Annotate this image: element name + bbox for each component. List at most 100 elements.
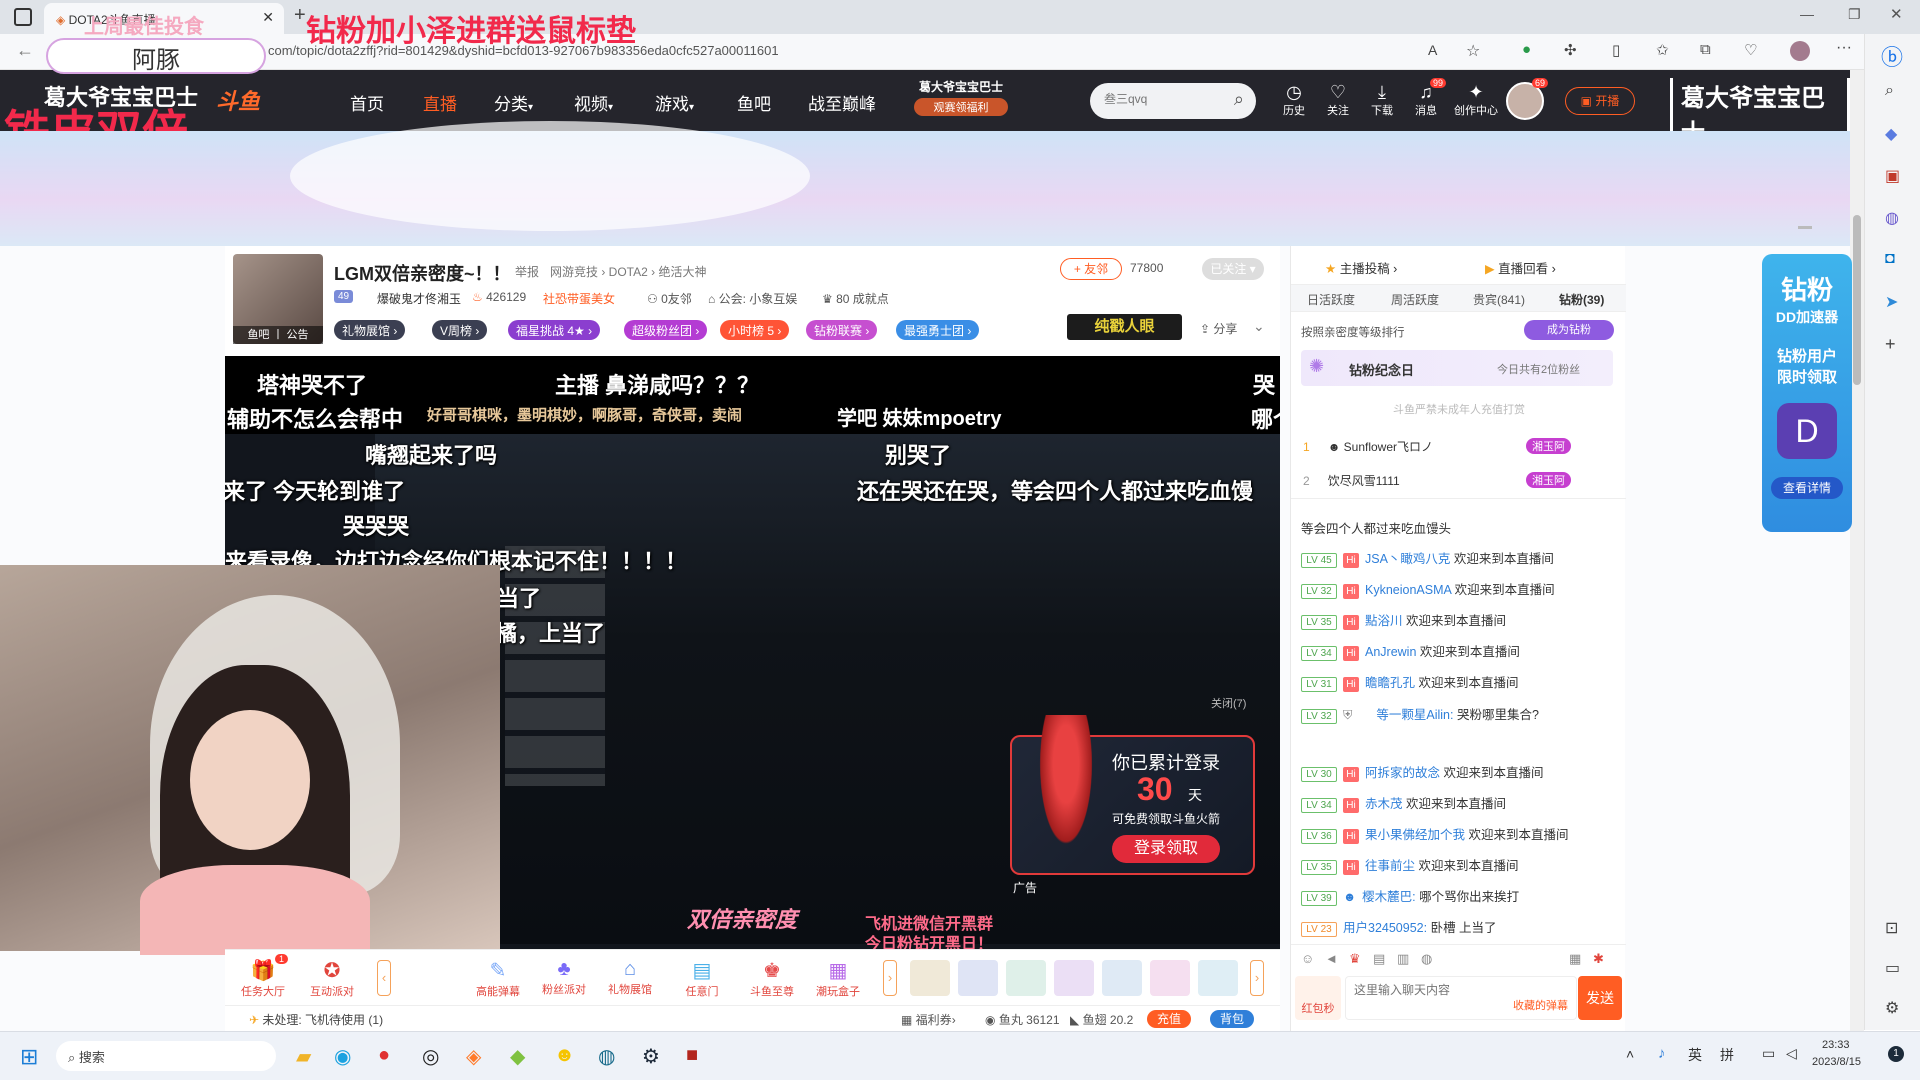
- tag-v-weekly[interactable]: V周榜 ›: [432, 320, 488, 340]
- start-live-button[interactable]: ▣ 开播: [1565, 87, 1635, 115]
- history-button[interactable]: ◷ 历史: [1276, 82, 1312, 118]
- windows-start-icon[interactable]: ⊞: [20, 1044, 38, 1070]
- nav-fishbar[interactable]: 鱼吧: [737, 90, 771, 115]
- promo-event[interactable]: 葛大爷宝宝巴士 观赛领福利: [914, 78, 1008, 122]
- anniversary-bar[interactable]: ✺ 钻粉纪念日 今日共有2位粉丝: [1301, 350, 1613, 386]
- tab-daily[interactable]: 日活跃度: [1307, 291, 1355, 308]
- mic-icon[interactable]: ♪: [1658, 1045, 1666, 1062]
- clock-time[interactable]: 23:33: [1822, 1039, 1850, 1051]
- gift-supreme[interactable]: ♚ 斗鱼至尊: [745, 958, 799, 999]
- copilot-icon[interactable]: ⓑ: [1881, 40, 1903, 72]
- edge-browser-icon[interactable]: ◉: [334, 1044, 351, 1069]
- saved-danmaku-link[interactable]: 收藏的弹幕: [1513, 997, 1568, 1013]
- guild-info[interactable]: ⌂ 公会: 小象互娱: [708, 290, 797, 307]
- tab-replay[interactable]: ▶ 直播回看 ›: [1485, 258, 1556, 277]
- send-icon[interactable]: ➤: [1885, 292, 1898, 312]
- app-icon[interactable]: ◍: [598, 1044, 615, 1069]
- douyu-logo[interactable]: 斗鱼: [216, 84, 260, 116]
- nav-video[interactable]: 视频▾: [574, 90, 613, 115]
- gift-item[interactable]: [1006, 960, 1046, 996]
- tag-super-fans[interactable]: 超级粉丝团 ›: [624, 320, 708, 340]
- douyu-app-icon[interactable]: ●: [378, 1044, 390, 1067]
- badge-icon[interactable]: ♛: [1349, 951, 1361, 967]
- new-tab-icon[interactable]: +: [294, 4, 306, 27]
- followed-button[interactable]: 已关注 ▾: [1202, 258, 1264, 280]
- taskbar-search[interactable]: ⌕ 搜索: [56, 1041, 276, 1071]
- nav-home[interactable]: 首页: [350, 90, 384, 115]
- volume-icon[interactable]: ◁: [1786, 1045, 1797, 1062]
- tag-diamond-league[interactable]: 钻粉联赛 ›: [806, 320, 878, 340]
- mask-icon[interactable]: ◍: [1421, 951, 1432, 967]
- achievement-points[interactable]: ♛ 80 成就点: [822, 290, 889, 307]
- become-diamond-fan-button[interactable]: 成为钻粉: [1524, 320, 1614, 340]
- gift-toy-box[interactable]: ▦ 潮玩盒子: [811, 958, 865, 999]
- expand-right-icon[interactable]: ›: [1250, 960, 1264, 996]
- dd-accelerator-promo[interactable]: 钻粉 DD加速器 钻粉用户 限时领取 D 查看详情: [1762, 254, 1852, 532]
- expand-mid-icon[interactable]: ›: [883, 960, 897, 996]
- fans-club-button[interactable]: + 友邻: [1060, 258, 1122, 280]
- tab-actions-icon[interactable]: [14, 8, 32, 26]
- scrollbar-thumb[interactable]: [1853, 215, 1861, 385]
- arrow-left-icon[interactable]: ←: [16, 40, 34, 61]
- app-icon[interactable]: ◈: [466, 1044, 481, 1069]
- page-scrollbar[interactable]: [1850, 70, 1864, 1031]
- clock-date[interactable]: 2023/8/15: [1812, 1056, 1861, 1068]
- obs-icon[interactable]: ◎: [422, 1044, 439, 1069]
- app-icon[interactable]: ☻: [554, 1044, 575, 1067]
- recharge-button[interactable]: 充值: [1147, 1010, 1191, 1028]
- nav-live[interactable]: 直播: [423, 90, 457, 115]
- favorite-star-icon[interactable]: ☆: [1466, 41, 1480, 61]
- tab-weekly[interactable]: 周活跃度: [1391, 291, 1439, 308]
- messages-button[interactable]: ♫ 消息 99: [1408, 78, 1447, 118]
- steam-icon[interactable]: ⚙: [642, 1044, 660, 1069]
- interactive-party-button[interactable]: ✪ 互动派对: [307, 958, 357, 999]
- gift-item[interactable]: [1102, 960, 1142, 996]
- app-icon[interactable]: ◆: [510, 1044, 525, 1069]
- ime-lang[interactable]: 英: [1688, 1045, 1702, 1065]
- gift-item[interactable]: [1198, 960, 1238, 996]
- claim-reward-button[interactable]: 登录领取: [1112, 835, 1220, 863]
- split-screen-icon[interactable]: ▯: [1612, 41, 1620, 59]
- settings-gear-icon[interactable]: ⚙: [1885, 998, 1899, 1018]
- tab-diamond-fans[interactable]: 钻粉(39): [1559, 291, 1604, 308]
- creator-center-button[interactable]: ✦ 创作中心: [1452, 82, 1500, 118]
- tag-gift-hall[interactable]: 礼物展馆 ›: [334, 320, 406, 340]
- add-icon[interactable]: +: [1885, 334, 1896, 355]
- rank-row-2[interactable]: 2 饮尽风雪1111: [1303, 472, 1400, 489]
- dota2-icon[interactable]: ■: [686, 1044, 698, 1067]
- profile-avatar-icon[interactable]: [1790, 41, 1810, 61]
- minimize-icon[interactable]: —: [1800, 6, 1814, 22]
- pending-rocket[interactable]: ✈ 未处理: 飞机待使用 (1): [249, 1011, 383, 1028]
- puzzle-icon[interactable]: ✣: [1564, 41, 1577, 59]
- gift-any-door[interactable]: ▤ 任意门: [675, 958, 729, 999]
- read-aloud-icon[interactable]: A: [1428, 42, 1437, 58]
- horn-icon[interactable]: ◄: [1325, 951, 1338, 966]
- barrage-style-icon[interactable]: ▤: [1373, 951, 1385, 967]
- gift-item[interactable]: [910, 960, 950, 996]
- bag-button[interactable]: 背包: [1210, 1010, 1254, 1028]
- anchor-avatar[interactable]: 鱼吧 丨 公告: [233, 254, 323, 344]
- window-close-icon[interactable]: ✕: [1890, 5, 1903, 23]
- performance-icon[interactable]: ♡: [1744, 41, 1757, 59]
- gift-exhibition[interactable]: ⌂ 礼物展馆: [603, 958, 657, 997]
- gift-fan-party[interactable]: ♣ 粉丝派对: [537, 958, 591, 997]
- outlook-icon[interactable]: ◘: [1885, 250, 1895, 268]
- nav-category[interactable]: 分类▾: [494, 90, 533, 115]
- minimize-promo-icon[interactable]: [1798, 226, 1812, 236]
- gift-high-energy[interactable]: ✎ 高能弹幕: [471, 958, 525, 999]
- more-menu-icon[interactable]: ···: [1836, 39, 1852, 57]
- gift-item[interactable]: [1054, 960, 1094, 996]
- tab-vip[interactable]: 贵宾(841): [1473, 291, 1525, 308]
- chat-input[interactable]: [1354, 983, 1554, 997]
- login-reward-ad[interactable]: 你已累计登录 30 天 可免费领取斗鱼火箭 登录领取: [1010, 715, 1255, 875]
- share-button[interactable]: ⇪ 分享: [1200, 320, 1237, 337]
- close-icon[interactable]: ✕: [262, 9, 274, 26]
- games-icon[interactable]: ◍: [1885, 208, 1899, 228]
- expand-left-icon[interactable]: ‹: [377, 960, 391, 996]
- search-icon[interactable]: ⌕: [1234, 89, 1244, 110]
- favorites-icon[interactable]: ✩: [1656, 41, 1669, 59]
- user-avatar[interactable]: 69: [1506, 78, 1549, 120]
- collections-icon[interactable]: ⧉: [1700, 41, 1711, 58]
- follow-button[interactable]: ♡ 关注: [1320, 82, 1356, 118]
- screenshot-icon[interactable]: ⊡: [1885, 918, 1898, 938]
